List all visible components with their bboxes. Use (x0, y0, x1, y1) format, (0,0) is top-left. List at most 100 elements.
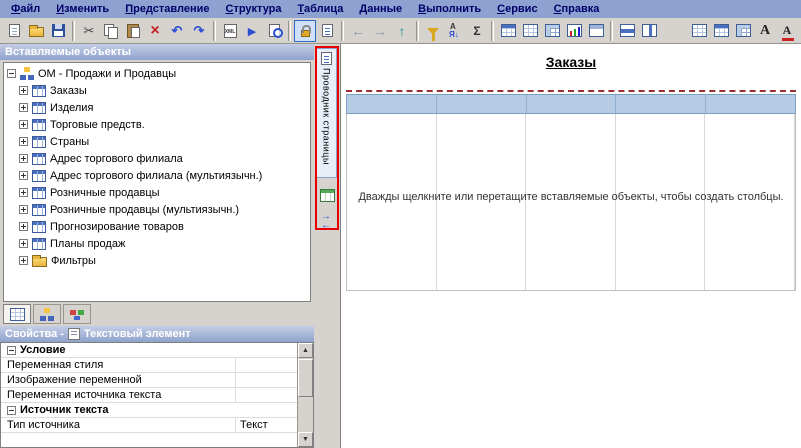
tree-item-filters[interactable]: Фильтры (4, 252, 310, 269)
page-explorer-tab[interactable]: Проводник страницы (316, 48, 337, 178)
query-explorer-button[interactable] (318, 186, 336, 204)
expand-icon[interactable] (19, 188, 28, 197)
menu-data[interactable]: Данные (351, 1, 410, 17)
menu-table[interactable]: Таблица (290, 1, 352, 17)
table-header-cell[interactable] (527, 95, 617, 113)
insert-crosstab-button[interactable] (541, 20, 563, 42)
collapse-icon[interactable] (7, 405, 16, 415)
menu-help[interactable]: Справка (546, 1, 608, 17)
expand-icon[interactable] (19, 137, 28, 146)
property-value[interactable] (235, 343, 297, 357)
report-title-block[interactable]: Заказы (346, 54, 796, 70)
menu-view[interactable]: Представление (117, 1, 217, 17)
properties-scrollbar[interactable] (297, 343, 313, 447)
delete-button[interactable] (144, 20, 166, 42)
property-value[interactable] (235, 358, 297, 372)
undo-button[interactable] (166, 20, 188, 42)
property-row[interactable]: Изображение переменной (1, 373, 297, 388)
menu-edit[interactable]: Изменить (48, 1, 117, 17)
summarize-button[interactable] (466, 20, 488, 42)
table-style-button[interactable] (732, 20, 754, 42)
go-up-button[interactable] (391, 20, 413, 42)
new-report-button[interactable] (3, 20, 25, 42)
property-row[interactable]: Переменная стиля (1, 358, 297, 373)
tree-item-forecast[interactable]: Прогнозирование товаров (4, 218, 310, 235)
expand-icon[interactable] (19, 120, 28, 129)
run-report-button[interactable] (241, 20, 263, 42)
tree-item-sales-plans[interactable]: Планы продаж (4, 235, 310, 252)
expand-icon[interactable] (19, 205, 28, 214)
merge-cells-button[interactable] (616, 20, 638, 42)
expand-icon[interactable] (19, 239, 28, 248)
property-row[interactable]: Переменная источника текста (1, 388, 297, 403)
font-color-button[interactable] (776, 20, 798, 42)
condition-explorer-button[interactable] (318, 211, 336, 231)
property-value[interactable]: Текст (235, 418, 297, 432)
menu-file[interactable]: Файл (3, 1, 48, 17)
expand-icon[interactable] (19, 103, 28, 112)
tree-item-sales-reps[interactable]: Торговые предств. (4, 116, 310, 133)
report-title[interactable]: Заказы (546, 54, 596, 70)
collapse-icon[interactable] (7, 69, 16, 78)
toolbox-tab[interactable] (63, 304, 91, 324)
expand-icon[interactable] (19, 86, 28, 95)
source-tab[interactable] (3, 304, 31, 324)
table-grid-button[interactable] (688, 20, 710, 42)
forward-button[interactable] (369, 20, 391, 42)
table-header-cell[interactable] (616, 95, 707, 113)
report-viewer-button[interactable] (263, 20, 285, 42)
collapse-icon[interactable] (7, 345, 16, 355)
insert-section-button[interactable] (585, 20, 607, 42)
property-value[interactable] (235, 388, 297, 402)
expand-icon[interactable] (19, 256, 28, 265)
split-cells-button[interactable] (638, 20, 660, 42)
back-button[interactable] (347, 20, 369, 42)
menu-run[interactable]: Выполнить (410, 1, 489, 17)
tree-item-branch-address[interactable]: Адрес торгового филиала (4, 150, 310, 167)
table-header-cell[interactable] (347, 95, 437, 113)
source-grid-icon (9, 307, 25, 321)
scroll-down-button[interactable] (298, 432, 313, 447)
tree-item-products[interactable]: Изделия (4, 99, 310, 116)
tree-item-branch-address-multi[interactable]: Адрес торгового филиала (мультиязычн.) (4, 167, 310, 184)
property-value[interactable] (235, 373, 297, 387)
scroll-thumb[interactable] (298, 359, 313, 397)
redo-button[interactable] (188, 20, 210, 42)
property-value[interactable] (235, 403, 297, 417)
menu-structure[interactable]: Структура (218, 1, 290, 17)
insert-table-button[interactable] (497, 20, 519, 42)
font-button[interactable] (754, 20, 776, 42)
headers-footers-button[interactable] (710, 20, 732, 42)
report-list-table[interactable]: Дважды щелкните или перетащите вставляем… (346, 94, 796, 291)
table-header-cell[interactable] (706, 95, 795, 113)
insert-chart-button[interactable] (563, 20, 585, 42)
expand-icon[interactable] (19, 154, 28, 163)
report-canvas[interactable]: Заказы Дважды щелкните или перетащите вс… (340, 44, 801, 448)
expand-icon[interactable] (19, 222, 28, 231)
tree-item-retailers[interactable]: Розничные продавцы (4, 184, 310, 201)
table-header-cell[interactable] (437, 95, 527, 113)
xml-view-button[interactable] (219, 20, 241, 42)
tree-item-orders[interactable]: Заказы (4, 82, 310, 99)
cut-button[interactable] (78, 20, 100, 42)
tree-item-countries[interactable]: Страны (4, 133, 310, 150)
property-section-row[interactable]: Условие (1, 343, 297, 358)
paste-button[interactable] (122, 20, 144, 42)
page-preview-button[interactable] (316, 20, 338, 42)
scroll-up-button[interactable] (298, 343, 313, 358)
property-section-row[interactable]: Источник текста (1, 403, 297, 418)
expand-icon[interactable] (19, 171, 28, 180)
menu-tools[interactable]: Сервис (489, 1, 545, 17)
copy-button[interactable] (100, 20, 122, 42)
tree-item-retailers-multi[interactable]: Розничные продавцы (мультиязычн.) (4, 201, 310, 218)
sort-button[interactable] (444, 20, 466, 42)
property-row[interactable]: Тип источника Текст (1, 418, 297, 433)
save-button[interactable] (47, 20, 69, 42)
data-items-tab[interactable] (33, 304, 61, 324)
insert-list-button[interactable] (519, 20, 541, 42)
tree-root[interactable]: ОМ - Продажи и Продавцы (4, 65, 310, 82)
lock-page-objects-button[interactable] (294, 19, 316, 42)
objects-tree: ОМ - Продажи и Продавцы Заказы Изделия Т… (3, 62, 311, 302)
open-button[interactable] (25, 20, 47, 42)
filter-button[interactable] (422, 20, 444, 42)
